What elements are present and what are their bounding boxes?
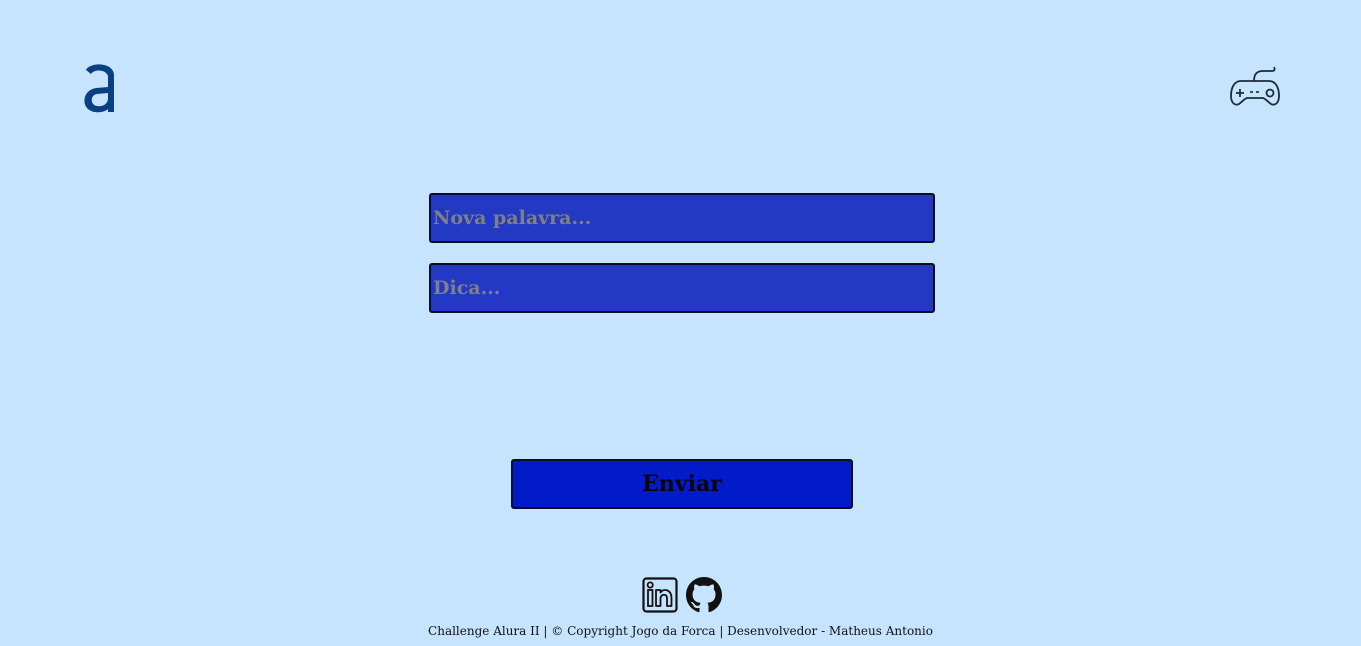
alura-logo-icon (84, 64, 114, 113)
send-button[interactable]: Enviar (511, 459, 853, 509)
new-word-input[interactable] (429, 193, 935, 243)
linkedin-icon[interactable] (642, 577, 678, 613)
github-icon[interactable] (686, 577, 722, 613)
gamepad-icon[interactable] (1229, 66, 1281, 110)
footer-copyright: Challenge Alura II | © Copyright Jogo da… (428, 624, 933, 638)
hint-input[interactable] (429, 263, 935, 313)
